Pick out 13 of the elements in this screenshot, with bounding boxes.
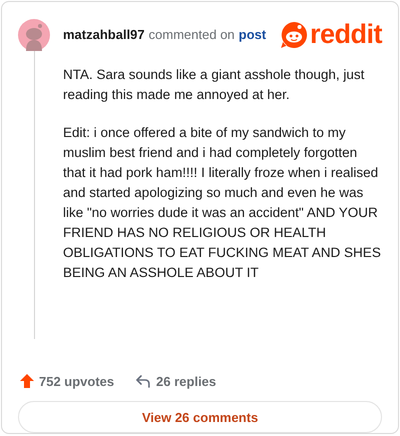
snoo-icon xyxy=(280,20,308,48)
upvote-count: 752 upvotes xyxy=(39,374,114,388)
post-link[interactable]: post xyxy=(238,27,266,42)
view-comments-button[interactable]: View 26 comments xyxy=(18,401,382,433)
comment-paragraph: Edit: i once offered a bite of my sandwich to my muslim best friend and i had completely forgotten that it had pork ham!!!! I literally froze when i realised and started apologizing so much and even he was like "no worries dude it was an accident" AND YOUR FRIEND HAS NO RELIGIOUS OR HEALTH OBLIGATIONS TO EAT FUCKING MEAT AND SHES BEING AN ASSHOLE ABOUT IT xyxy=(63,124,381,282)
comment-paragraph: NTA. Sara sounds like a giant asshole though, just reading this made me annoyed at her. xyxy=(63,66,366,104)
upvote-icon xyxy=(20,374,34,388)
username[interactable]: matzahball97 xyxy=(63,27,145,42)
action-text: commented on xyxy=(148,27,235,42)
reply-count: 26 replies xyxy=(156,374,216,388)
reddit-logo-text: reddit xyxy=(310,21,382,48)
reply-icon xyxy=(135,374,152,388)
avatar-icon xyxy=(18,18,50,50)
